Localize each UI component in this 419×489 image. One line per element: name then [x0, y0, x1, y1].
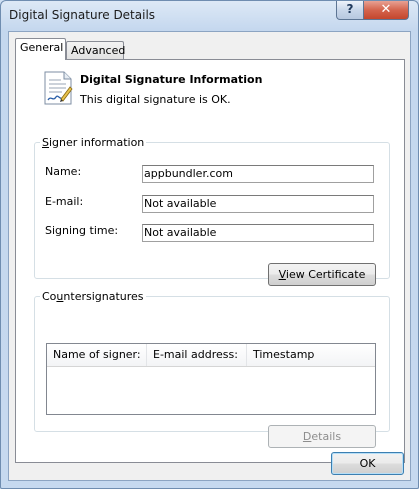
name-label: Name: [45, 165, 82, 178]
signer-information-legend: Signer information [42, 136, 145, 149]
signer-information-group: Signer information Name: appbundler.com … [34, 136, 390, 286]
help-button[interactable]: ? [336, 1, 364, 20]
dialog-client-area: General Advanced Digital Signature Infor… [8, 31, 411, 481]
ok-button[interactable]: OK [331, 452, 404, 475]
countersignatures-group: Countersignatures Name of signer: E-mail… [34, 290, 390, 448]
list-header: Name of signer: E-mail address: Timestam… [47, 344, 375, 367]
signing-time-label: Signing time: [45, 224, 119, 237]
tab-advanced[interactable]: Advanced [66, 41, 125, 61]
signature-status-text: This digital signature is OK. [80, 93, 231, 106]
signature-info-title: Digital Signature Information [80, 73, 263, 86]
email-field[interactable]: Not available [142, 195, 374, 213]
signing-time-field[interactable]: Not available [142, 224, 374, 242]
general-tab-panel: Digital Signature Information This digit… [15, 59, 405, 463]
window-title: Digital Signature Details [9, 8, 156, 22]
countersignatures-list[interactable]: Name of signer: E-mail address: Timestam… [46, 343, 376, 415]
tab-general[interactable]: General [15, 38, 66, 60]
close-button[interactable]: ✕ [363, 1, 409, 20]
name-field[interactable]: appbundler.com [142, 165, 374, 183]
details-button[interactable]: Details [268, 425, 376, 448]
countersignatures-legend: Countersignatures [42, 290, 144, 303]
column-name-of-signer[interactable]: Name of signer: [47, 344, 147, 366]
column-email-address[interactable]: E-mail address: [147, 344, 247, 366]
view-certificate-button[interactable]: View Certificate [268, 263, 376, 286]
title-bar: Digital Signature Details ? ✕ [1, 1, 418, 31]
certificate-icon [44, 71, 73, 105]
dialog-window: Digital Signature Details ? ✕ General Ad… [0, 0, 419, 489]
email-label: E-mail: [45, 195, 84, 208]
column-timestamp[interactable]: Timestamp [247, 344, 375, 366]
